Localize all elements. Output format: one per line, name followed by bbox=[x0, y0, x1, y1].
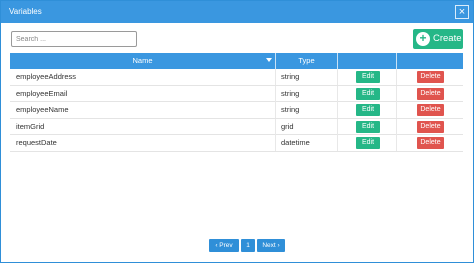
column-header-type[interactable]: Type bbox=[276, 53, 337, 69]
plus-icon: + bbox=[416, 32, 430, 46]
column-header-name[interactable]: Name bbox=[10, 53, 275, 69]
variable-name: employeeEmail bbox=[16, 88, 68, 98]
table-header: Name Type bbox=[10, 53, 463, 69]
table-row: itemGrid grid Edit Delete bbox=[10, 118, 463, 135]
variable-name: requestDate bbox=[16, 138, 57, 147]
variable-type: datetime bbox=[281, 138, 310, 147]
dialog-titlebar: Variables × bbox=[1, 1, 473, 23]
delete-button[interactable]: Delete bbox=[417, 120, 444, 133]
edit-button[interactable]: Edit bbox=[356, 104, 380, 116]
prev-page-button[interactable]: ‹ Prev bbox=[209, 239, 239, 252]
delete-button[interactable]: Delete bbox=[417, 71, 444, 83]
table-row: requestDate datetime Edit Delete bbox=[10, 135, 463, 152]
delete-button[interactable]: Delete bbox=[417, 137, 444, 149]
create-button[interactable]: + Create bbox=[413, 29, 463, 49]
table-row: employeeName string Edit Delete bbox=[10, 102, 463, 119]
search-input[interactable] bbox=[11, 31, 137, 47]
table-row: employeeAddress string Edit Delete bbox=[10, 69, 463, 86]
variables-table: Name Type employeeAddress string Edit Delet… bbox=[10, 53, 463, 152]
edit-button[interactable]: Edit bbox=[356, 87, 380, 100]
variable-type: string bbox=[281, 105, 300, 114]
dialog-title: Variables bbox=[9, 7, 42, 16]
edit-button[interactable]: Edit bbox=[356, 137, 380, 149]
variable-name: itemGrid bbox=[16, 121, 45, 131]
variable-name: employeeAddress bbox=[16, 72, 77, 81]
edit-button[interactable]: Edit bbox=[356, 71, 380, 83]
variables-dialog: Variables × + Create Name Type employeeA… bbox=[0, 0, 474, 263]
close-icon[interactable]: × bbox=[455, 5, 469, 19]
variable-type: string bbox=[281, 72, 300, 81]
sort-desc-icon[interactable] bbox=[266, 58, 272, 62]
variable-type: grid bbox=[281, 121, 294, 131]
page-1-button[interactable]: 1 bbox=[241, 239, 255, 252]
table-row: employeeEmail string Edit Delete bbox=[10, 85, 463, 102]
delete-button[interactable]: Delete bbox=[417, 104, 444, 116]
edit-button[interactable]: Edit bbox=[356, 120, 380, 133]
create-button-label: Create bbox=[433, 33, 462, 44]
next-page-button[interactable]: Next › bbox=[257, 239, 285, 252]
variable-name: employeeName bbox=[16, 105, 69, 114]
delete-button[interactable]: Delete bbox=[417, 87, 444, 100]
variable-type: string bbox=[281, 88, 300, 98]
